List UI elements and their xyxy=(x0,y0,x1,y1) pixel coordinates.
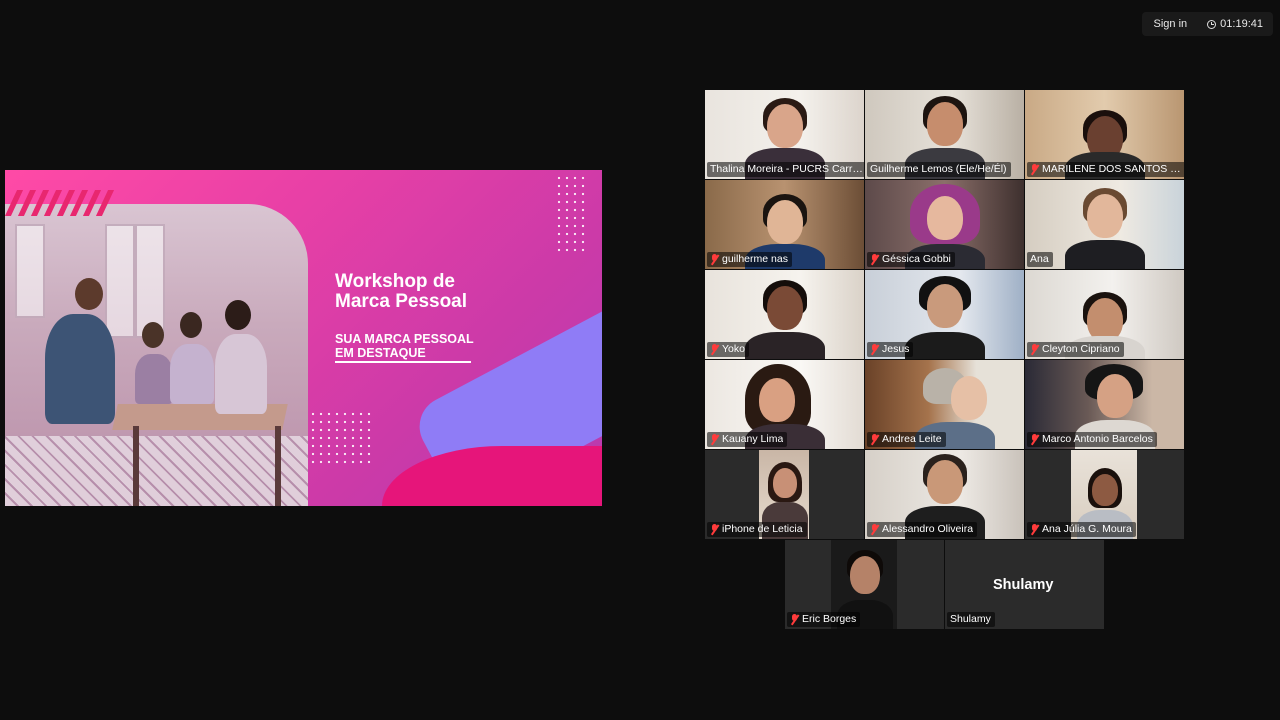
participant-name-tag: Thalina Moreira - PUCRS Carrei… xyxy=(707,162,864,177)
participant-name-tag: MARILENE DOS SANTOS REIS xyxy=(1027,162,1184,177)
participant-name-tag: Andrea Leite xyxy=(867,432,946,447)
muted-mic-icon xyxy=(870,254,879,265)
muted-mic-icon xyxy=(710,434,719,445)
participant-tile[interactable]: Jesus xyxy=(865,270,1024,359)
participant-tile[interactable]: Eric Borges xyxy=(785,540,944,629)
participant-name-tag: Ana Júlia G. Moura xyxy=(1027,522,1136,537)
participant-tile[interactable]: Ana xyxy=(1025,180,1184,269)
participant-name-tag: Eric Borges xyxy=(787,612,861,627)
participant-tile[interactable]: Shulamy Shulamy xyxy=(945,540,1104,629)
muted-mic-icon xyxy=(710,524,719,535)
slide-subtitle: SUA MARCA PESSOAL EM DESTAQUE xyxy=(335,332,474,360)
participant-name-tag: guilherme nas xyxy=(707,252,792,267)
participant-tile[interactable]: iPhone de Leticia xyxy=(705,450,864,539)
participant-name-tag: Cleyton Cipriano xyxy=(1027,342,1124,357)
muted-mic-icon xyxy=(1030,164,1039,175)
muted-mic-icon xyxy=(1030,344,1039,355)
participant-name-tag: Marco Antonio Barcelos xyxy=(1027,432,1157,447)
subtitle-underline xyxy=(335,361,471,363)
participant-name-tag: Shulamy xyxy=(947,612,995,627)
muted-mic-icon xyxy=(710,254,719,265)
participant-tile-active-speaker[interactable]: Guilherme Lemos (Ele/He/Él) xyxy=(865,90,1024,179)
participant-tile[interactable]: Marco Antonio Barcelos xyxy=(1025,360,1184,449)
timer-text: 01:19:41 xyxy=(1220,18,1263,30)
participant-name-tag: Kauany Lima xyxy=(707,432,788,447)
participant-tile[interactable]: MARILENE DOS SANTOS REIS xyxy=(1025,90,1184,179)
participant-tile[interactable]: Ana Júlia G. Moura xyxy=(1025,450,1184,539)
top-bar: Sign in 01:19:41 xyxy=(1141,12,1273,36)
clock-icon xyxy=(1207,19,1217,29)
participant-tile[interactable]: guilherme nas xyxy=(705,180,864,269)
participant-name-tag: Jesus xyxy=(867,342,914,357)
muted-mic-icon xyxy=(790,614,799,625)
participant-name-tag: Yoko xyxy=(707,342,749,357)
slide-title: Workshop de Marca Pessoal xyxy=(335,271,468,312)
participant-tile[interactable]: Andrea Leite xyxy=(865,360,1024,449)
muted-mic-icon xyxy=(870,434,879,445)
sign-in-button[interactable]: Sign in xyxy=(1154,18,1188,30)
participant-video-off-name: Shulamy xyxy=(993,577,1054,593)
participant-name-tag: Guilherme Lemos (Ele/He/Él) xyxy=(867,162,1011,177)
muted-mic-icon xyxy=(1030,524,1039,535)
muted-mic-icon xyxy=(870,344,879,355)
slide-photo xyxy=(5,204,308,506)
muted-mic-icon xyxy=(1030,434,1039,445)
participant-name-tag: iPhone de Leticia xyxy=(707,522,807,537)
participant-tile[interactable]: Géssica Gobbi xyxy=(865,180,1024,269)
shared-screen-slide: Workshop de Marca Pessoal SUA MARCA PESS… xyxy=(5,170,602,506)
participant-name-tag: Ana xyxy=(1027,252,1053,267)
participant-tile[interactable]: Alessandro Oliveira xyxy=(865,450,1024,539)
meeting-timer: 01:19:41 xyxy=(1207,18,1263,30)
participant-name-tag: Géssica Gobbi xyxy=(867,252,955,267)
muted-mic-icon xyxy=(870,524,879,535)
participant-tile[interactable]: Yoko xyxy=(705,270,864,359)
participant-tile[interactable]: Kauany Lima xyxy=(705,360,864,449)
muted-mic-icon xyxy=(710,344,719,355)
participant-tile[interactable]: Thalina Moreira - PUCRS Carrei… xyxy=(705,90,864,179)
participant-tile[interactable]: Cleyton Cipriano xyxy=(1025,270,1184,359)
participant-name-tag: Alessandro Oliveira xyxy=(867,522,978,537)
slide-stripes xyxy=(5,190,115,216)
